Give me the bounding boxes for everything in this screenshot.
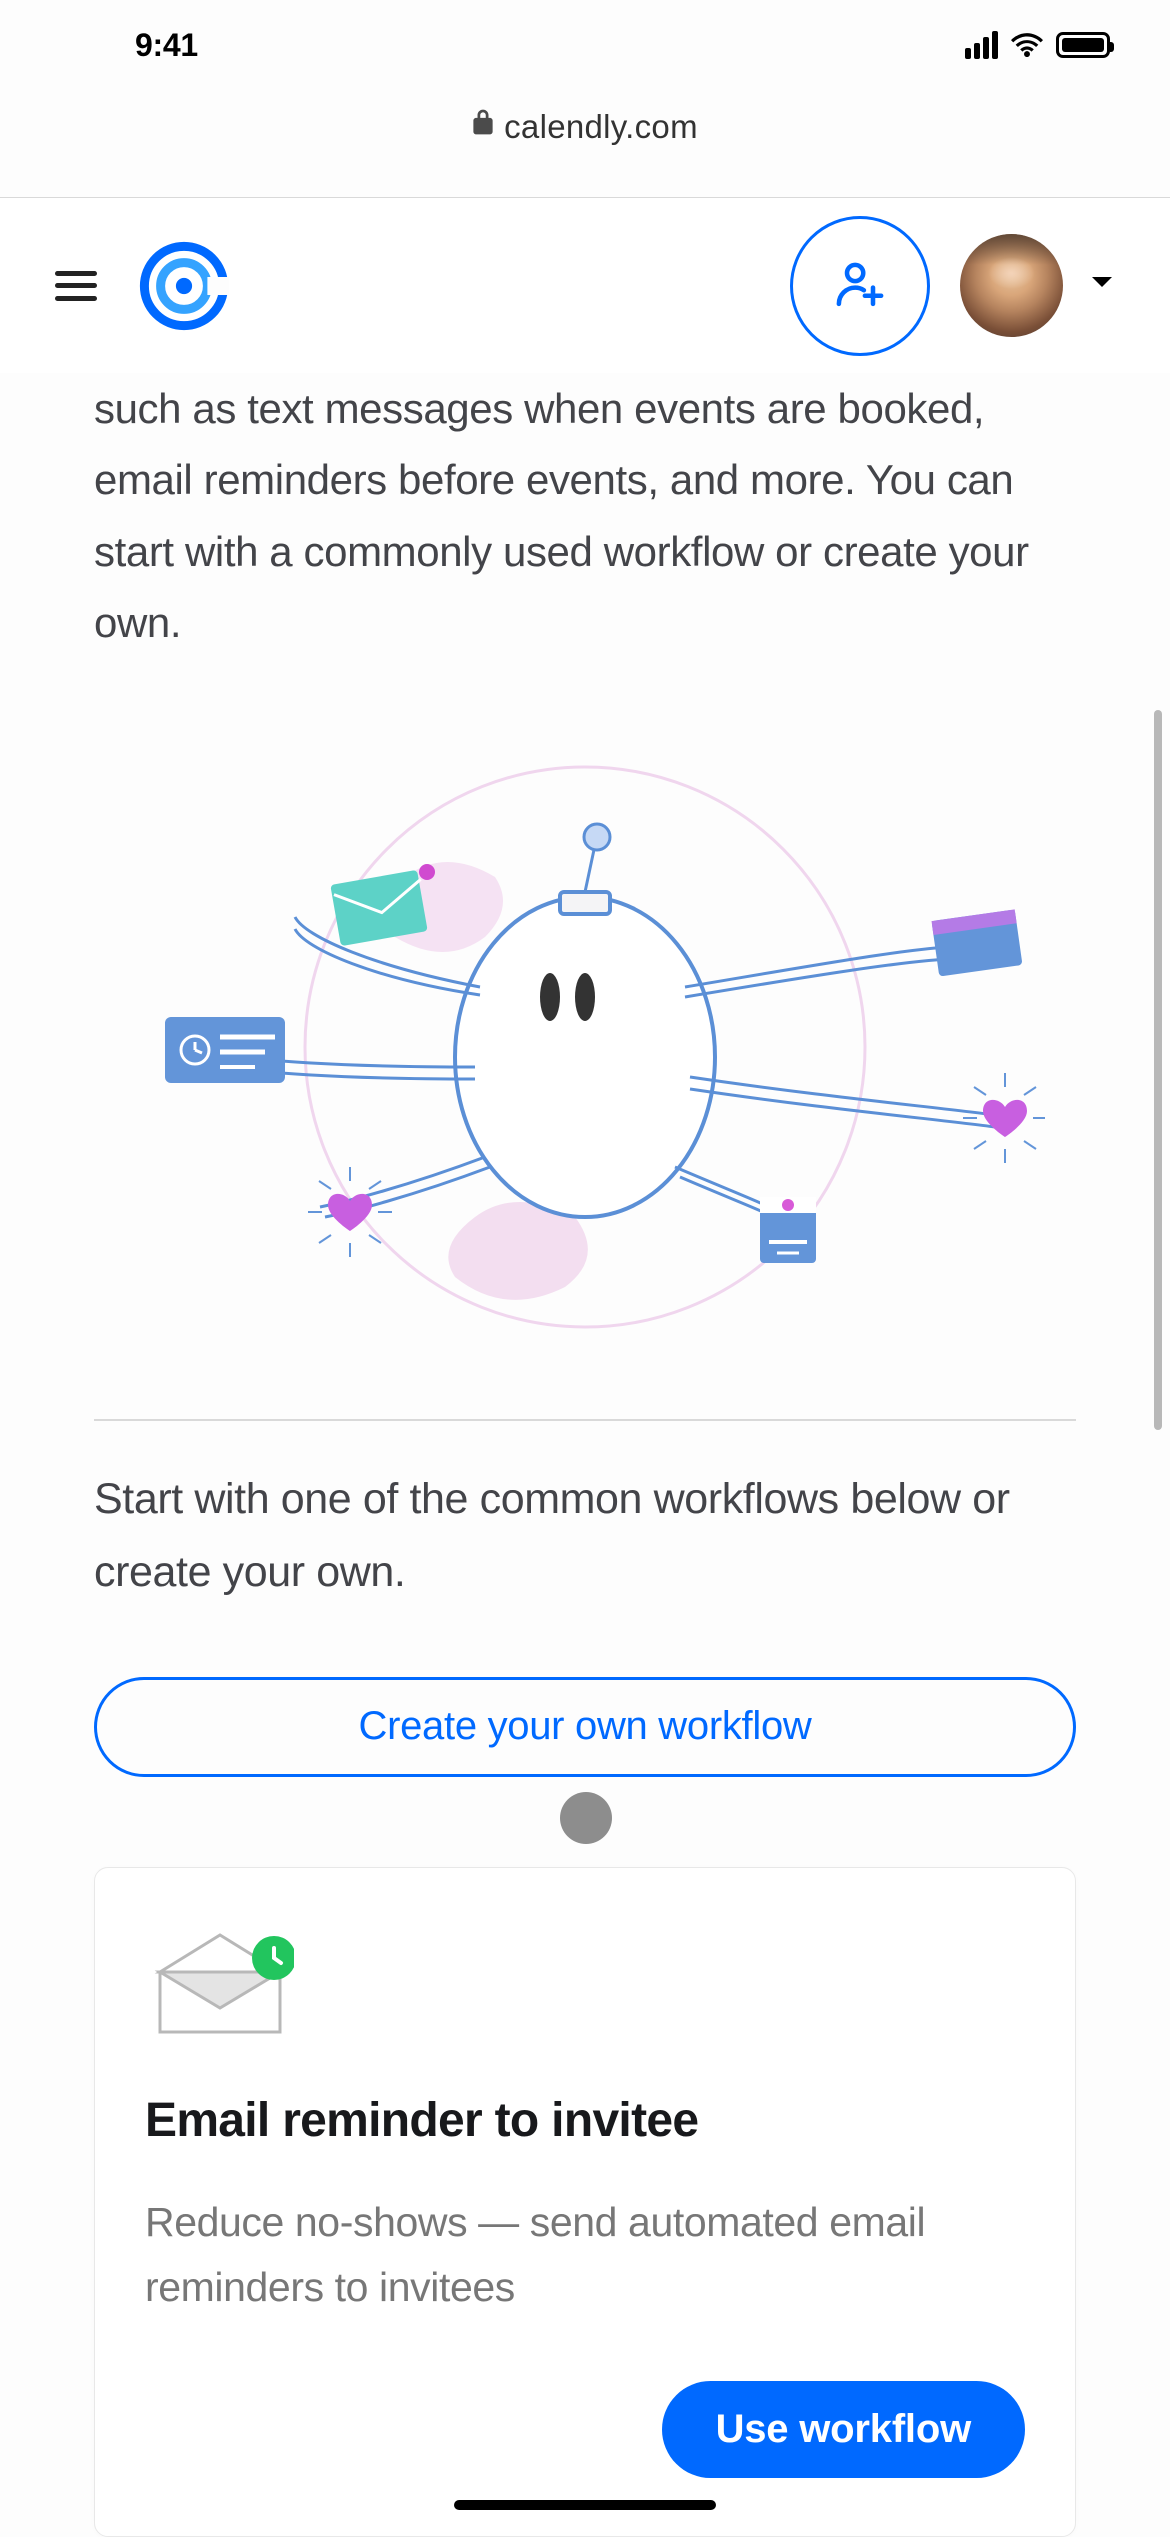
workflows-subtitle: Start with one of the common workflows b…	[94, 1463, 1076, 1609]
use-workflow-button[interactable]: Use workflow	[662, 2381, 1025, 2478]
url-text: calendly.com	[504, 108, 698, 146]
battery-icon	[1056, 32, 1110, 58]
app-header	[0, 198, 1170, 373]
workflow-card-email-reminder: Email reminder to invitee Reduce no-show…	[94, 1867, 1076, 2537]
divider	[94, 1419, 1076, 1421]
main-content: such as text messages when events are bo…	[0, 373, 1170, 2537]
lock-icon	[472, 108, 494, 136]
chevron-down-icon[interactable]	[1089, 275, 1115, 296]
home-indicator	[454, 2500, 716, 2510]
workflow-card-title: Email reminder to invitee	[145, 2093, 1025, 2148]
ios-status-bar: 9:41	[0, 0, 1170, 90]
browser-url-bar[interactable]: calendly.com	[0, 90, 1170, 198]
email-reminder-icon	[150, 1930, 1025, 2043]
wifi-icon	[1010, 33, 1044, 57]
avatar[interactable]	[960, 234, 1063, 337]
workflow-card-description: Reduce no-shows — send automated email r…	[145, 2190, 1025, 2321]
calendly-logo-icon[interactable]	[139, 241, 229, 331]
status-right	[965, 31, 1110, 59]
add-user-button[interactable]	[790, 216, 930, 356]
hamburger-menu-icon[interactable]	[55, 271, 97, 301]
scroll-indicator	[1154, 710, 1162, 1430]
status-time: 9:41	[135, 27, 198, 64]
cell-signal-icon	[965, 31, 998, 59]
automation-illustration	[94, 677, 1076, 1397]
workflows-intro-text: such as text messages when events are bo…	[94, 373, 1076, 659]
cursor-dot-icon	[560, 1792, 612, 1844]
create-workflow-button[interactable]: Create your own workflow	[94, 1677, 1076, 1777]
